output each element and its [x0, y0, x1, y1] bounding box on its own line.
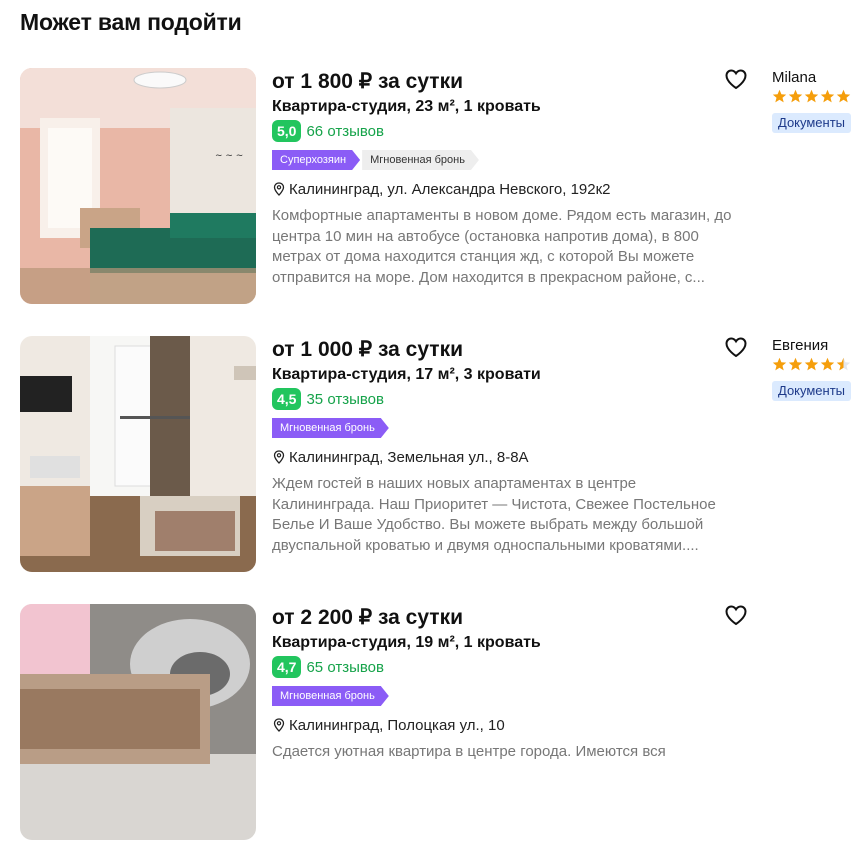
listing-card[interactable]: от 1 000 ₽ за сутки Квартира-студия, 17 …: [0, 336, 852, 576]
tag-superhost: Суперхозяин: [272, 150, 360, 170]
rating-row: 5,0 66 отзывов: [272, 119, 722, 143]
star-icon: [820, 89, 835, 103]
host-name[interactable]: Milana: [772, 68, 852, 88]
tag-instant-booking: Мгновенная бронь: [272, 686, 389, 706]
listing-address: Калининград, Земельная ул., 8-8А: [272, 446, 722, 468]
host-info: Milana Документы: [772, 68, 852, 133]
listing-address: Калининград, Полоцкая ул., 10: [272, 714, 722, 736]
listing-info: от 1 000 ₽ за сутки Квартира-студия, 17 …: [272, 336, 722, 556]
listing-description: Ждем гостей в наших новых апартаментах в…: [272, 475, 716, 554]
tags: Суперхозяин Мгновенная бронь: [272, 150, 722, 172]
tag-instant-booking: Мгновенная бронь: [362, 150, 479, 170]
listing-info: от 2 200 ₽ за сутки Квартира-студия, 19 …: [272, 604, 722, 763]
star-icon: [788, 357, 803, 371]
tags: Мгновенная бронь: [272, 418, 722, 440]
favorite-heart-icon[interactable]: [724, 336, 748, 358]
favorite-heart-icon[interactable]: [724, 604, 748, 626]
listing-card[interactable]: от 2 200 ₽ за сутки Квартира-студия, 19 …: [0, 604, 852, 844]
listing-photo[interactable]: ~ ~ ~: [20, 68, 256, 304]
reviews-link[interactable]: 66 отзывов: [306, 123, 384, 140]
documents-badge: Документы: [772, 381, 852, 401]
favorite-heart-icon[interactable]: [724, 68, 748, 90]
listing-price[interactable]: от 1 800 ₽ за сутки: [272, 68, 722, 96]
listing-subtitle[interactable]: Квартира-студия, 19 м², 1 кровать: [272, 632, 722, 654]
star-half-icon: [836, 357, 851, 371]
map-pin-icon: [273, 182, 285, 196]
star-icon: [836, 89, 851, 103]
address-text: Калининград, ул. Александра Невского, 19…: [289, 180, 611, 198]
section-title: Может вам подойти: [20, 9, 242, 35]
rating-row: 4,7 65 отзывов: [272, 655, 722, 679]
address-text: Калининград, Земельная ул., 8-8А: [289, 448, 529, 466]
documents-badge: Документы: [772, 113, 852, 133]
star-icon: [772, 357, 787, 371]
listing-address: Калининград, ул. Александра Невского, 19…: [272, 178, 722, 200]
tags: Мгновенная бронь: [272, 686, 722, 708]
host-name[interactable]: Евгения: [772, 336, 852, 356]
host-rating-stars: [772, 357, 852, 375]
listing-photo[interactable]: [20, 336, 256, 572]
listing-info: от 1 800 ₽ за сутки Квартира-студия, 23 …: [272, 68, 731, 288]
listing-subtitle[interactable]: Квартира-студия, 23 м², 1 кровать: [272, 96, 722, 118]
host-info: Евгения Документы: [772, 336, 852, 401]
reviews-link[interactable]: 35 отзывов: [306, 391, 384, 408]
listing-description: Комфортные апартаменты в новом доме. Ряд…: [272, 207, 732, 286]
map-pin-icon: [273, 718, 285, 732]
map-pin-icon: [273, 450, 285, 464]
star-icon: [804, 357, 819, 371]
star-icon: [804, 89, 819, 103]
listing-description: Сдается уютная квартира в центре города.…: [272, 743, 666, 760]
star-icon: [788, 89, 803, 103]
star-icon: [820, 357, 835, 371]
listing-subtitle[interactable]: Квартира-студия, 17 м², 3 кровати: [272, 364, 722, 386]
listing-price[interactable]: от 1 000 ₽ за сутки: [272, 336, 722, 364]
rating-score: 4,7: [272, 656, 302, 678]
listing-card[interactable]: ~ ~ ~ от 1 800 ₽ за сутки Квартира-студи…: [0, 68, 852, 308]
listing-photo[interactable]: [20, 604, 256, 840]
address-text: Калининград, Полоцкая ул., 10: [289, 716, 505, 734]
rating-score: 5,0: [272, 120, 302, 142]
tag-instant-booking: Мгновенная бронь: [272, 418, 389, 438]
listing-price[interactable]: от 2 200 ₽ за сутки: [272, 604, 722, 632]
reviews-link[interactable]: 65 отзывов: [306, 659, 384, 676]
host-rating-stars: [772, 89, 852, 107]
rating-score: 4,5: [272, 388, 302, 410]
rating-row: 4,5 35 отзывов: [272, 387, 722, 411]
svg-text:~ ~ ~: ~ ~ ~: [215, 151, 243, 161]
star-icon: [772, 89, 787, 103]
